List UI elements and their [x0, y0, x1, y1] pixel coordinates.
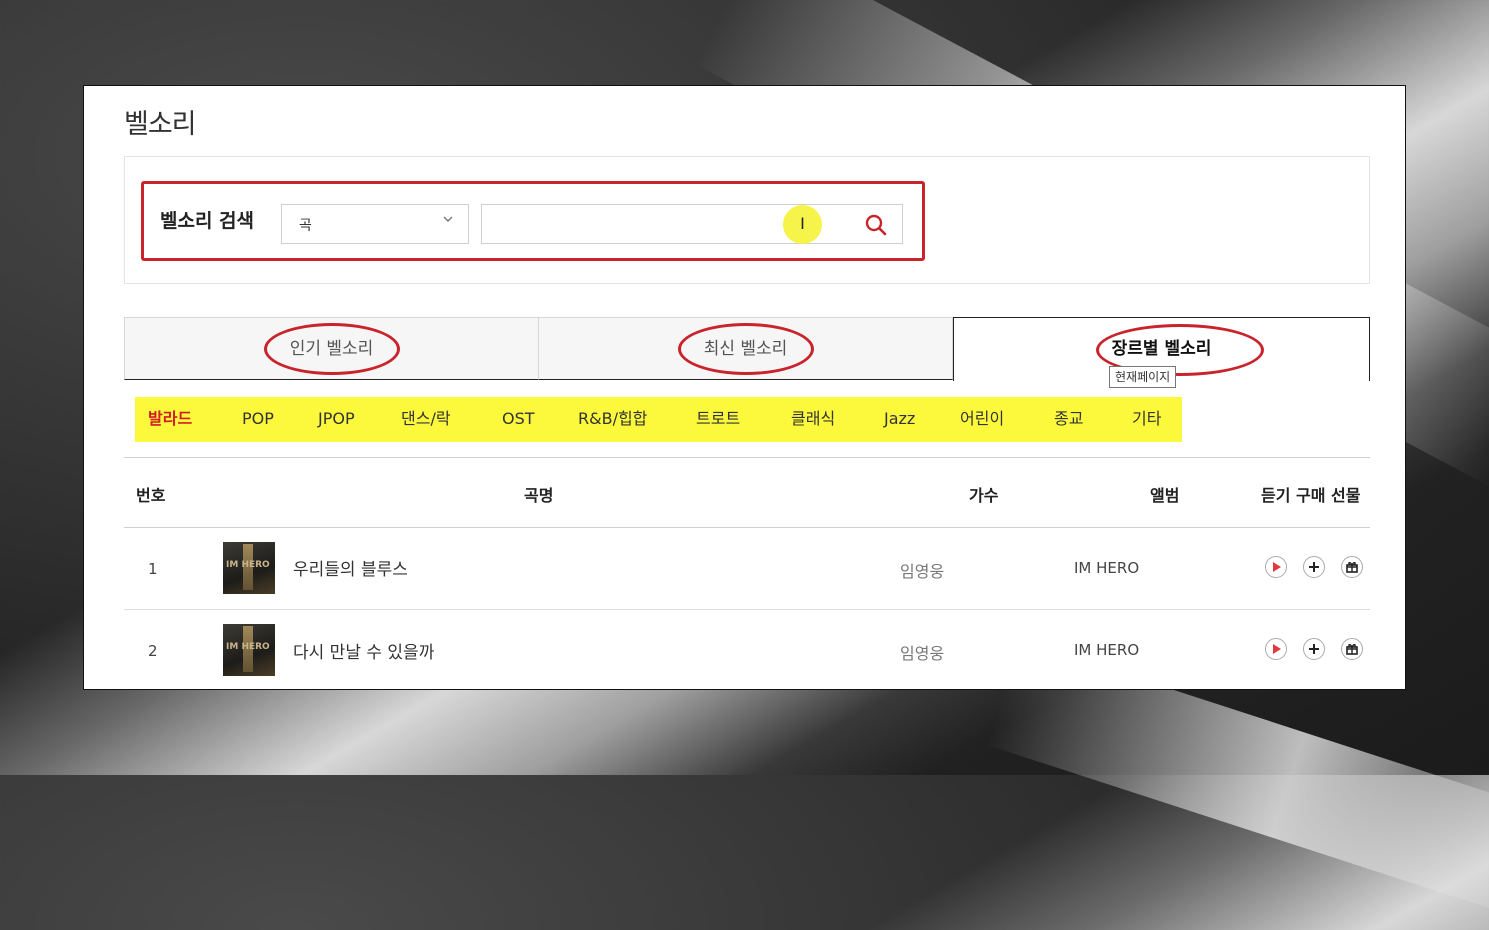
- genre-kids[interactable]: 어린이: [960, 397, 1004, 442]
- genre-religion[interactable]: 종교: [1054, 397, 1083, 442]
- gift-button[interactable]: [1341, 556, 1363, 578]
- song-artist[interactable]: 임영웅: [900, 640, 944, 664]
- search-category-select[interactable]: 곡: [281, 204, 469, 244]
- current-page-tooltip: 현재페이지: [1109, 366, 1177, 388]
- album-cover-text: IM HERO: [226, 642, 270, 652]
- ringtone-tabs: 인기 벨소리 최신 벨소리 장르별 벨소리 현재페이지: [124, 317, 1370, 388]
- album-cover-text: IM HERO: [226, 560, 270, 570]
- table-top-divider: [124, 457, 1370, 458]
- search-category-value: 곡: [299, 218, 312, 234]
- genre-classical[interactable]: 클래식: [791, 397, 835, 442]
- page-title: 벨소리: [124, 109, 197, 140]
- gift-button[interactable]: [1341, 638, 1363, 660]
- genre-rnb-hiphop[interactable]: R&B/힙합: [578, 397, 647, 442]
- table-row: 1 IM HERO 우리들의 블루스 임영웅 IM HERO: [124, 528, 1370, 608]
- genre-ost[interactable]: OST: [502, 397, 535, 442]
- ringtone-search-box: 벨소리 검색 곡 I: [124, 156, 1370, 284]
- header-number: 번호: [136, 486, 166, 505]
- play-button[interactable]: [1265, 638, 1287, 660]
- play-icon: [1273, 644, 1281, 654]
- tab-popular[interactable]: 인기 벨소리: [124, 317, 539, 380]
- album-cover[interactable]: IM HERO: [223, 624, 275, 676]
- song-album[interactable]: IM HERO: [1074, 641, 1139, 659]
- genre-etc[interactable]: 기타: [1132, 397, 1161, 442]
- buy-button[interactable]: [1303, 556, 1325, 578]
- table-row: 2 IM HERO 다시 만날 수 있을까 임영웅 IM HERO: [124, 610, 1370, 689]
- song-artist[interactable]: 임영웅: [900, 558, 944, 582]
- ringtone-panel: 벨소리 벨소리 검색 곡 I 인기 벨소리 최신 벨소리 장르별 벨소리 현재페…: [83, 85, 1406, 690]
- album-cover[interactable]: IM HERO: [223, 542, 275, 594]
- tab-latest[interactable]: 최신 벨소리: [538, 317, 953, 380]
- tab-highlight-ring: [263, 322, 400, 375]
- genre-dance-rock[interactable]: 댄스/락: [401, 397, 451, 442]
- play-icon: [1273, 562, 1281, 572]
- text-cursor-icon: I: [783, 205, 822, 244]
- header-title: 곡명: [524, 486, 554, 505]
- header-album: 앨범: [1150, 486, 1180, 505]
- song-title[interactable]: 다시 만날 수 있을까: [293, 638, 434, 663]
- search-input[interactable]: I: [481, 204, 903, 244]
- play-button[interactable]: [1265, 556, 1287, 578]
- genre-ballad[interactable]: 발라드: [148, 397, 192, 442]
- search-button[interactable]: [864, 213, 888, 237]
- magnifier-icon: [865, 214, 887, 236]
- genre-jpop[interactable]: JPOP: [318, 397, 355, 442]
- plus-icon: [1309, 562, 1319, 572]
- header-actions: 듣기 구매 선물: [1261, 486, 1361, 505]
- header-artist: 가수: [969, 486, 999, 505]
- genre-trot[interactable]: 트로트: [696, 397, 740, 442]
- tab-highlight-ring: [677, 322, 814, 375]
- plus-icon: [1309, 644, 1319, 654]
- genre-pop[interactable]: POP: [242, 397, 274, 442]
- gift-icon: [1346, 562, 1358, 573]
- search-highlight-annotation: 벨소리 검색 곡 I: [141, 181, 925, 261]
- buy-button[interactable]: [1303, 638, 1325, 660]
- song-title[interactable]: 우리들의 블루스: [293, 555, 408, 580]
- genre-bar: 발라드 POP JPOP 댄스/락 OST R&B/힙합 트로트 클래식 Jaz…: [135, 397, 1182, 442]
- genre-jazz[interactable]: Jazz: [884, 397, 915, 442]
- chevron-down-icon: [442, 213, 454, 229]
- gift-icon: [1346, 644, 1358, 655]
- row-number: 1: [148, 560, 158, 578]
- search-label: 벨소리 검색: [160, 210, 255, 232]
- row-number: 2: [148, 642, 158, 660]
- song-album[interactable]: IM HERO: [1074, 559, 1139, 577]
